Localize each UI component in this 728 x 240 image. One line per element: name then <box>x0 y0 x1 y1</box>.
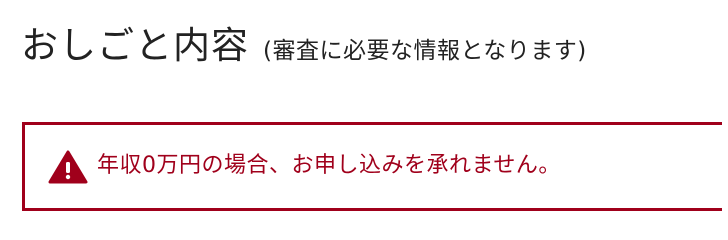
section-subtitle: (審査に必要な情報となります) <box>263 38 587 64</box>
alert-message: 年収0万円の場合、お申し込みを承れません。 <box>97 153 561 178</box>
section-header: おしごと内容 (審査に必要な情報となります) <box>21 20 587 77</box>
section-title: おしごと内容 <box>21 24 249 67</box>
error-alert: 年収0万円の場合、お申し込みを承れません。 <box>22 122 722 211</box>
warning-triangle-icon <box>48 150 88 184</box>
